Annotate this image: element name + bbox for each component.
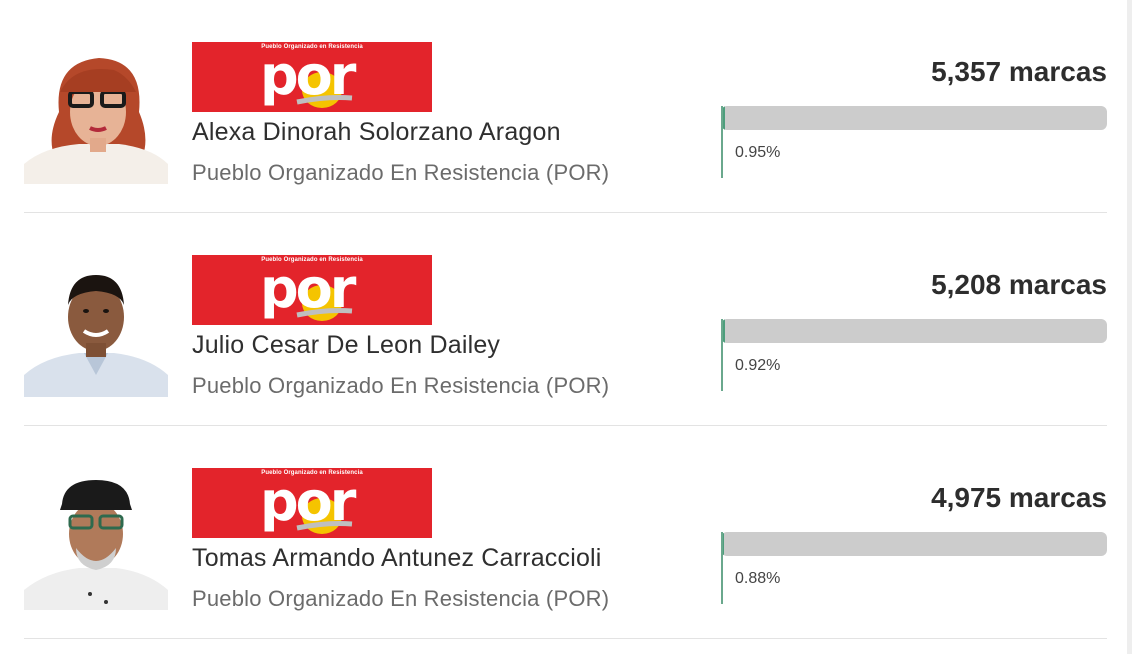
logo-wordmark: por (260, 257, 356, 320)
logo-wordmark: por (260, 44, 356, 107)
candidate-name: Tomas Armando Antunez Carraccioli (192, 544, 602, 572)
vote-progress-bar (721, 532, 1107, 556)
party-name: Pueblo Organizado En Resistencia (POR) (192, 586, 610, 611)
candidate-row[interactable]: Pueblo Organizado en Resistencia por Ale… (24, 0, 1107, 213)
candidate-name: Alexa Dinorah Solorzano Aragon (192, 118, 561, 146)
candidate-photo (24, 265, 168, 397)
candidate-results-list: Pueblo Organizado en Resistencia por Ale… (0, 0, 1132, 654)
progress-marker (721, 319, 723, 391)
scrollbar-track[interactable] (1127, 0, 1132, 654)
row-divider (24, 638, 1107, 639)
vote-percent: 0.92% (735, 357, 781, 374)
vote-count: 5,357 marcas (931, 56, 1107, 87)
vote-count: 5,208 marcas (931, 269, 1107, 300)
candidate-row[interactable]: Pueblo Organizado en Resistencia por Jul… (24, 213, 1107, 426)
party-logo: Pueblo Organizado en Resistencia por (192, 42, 432, 112)
party-logo: Pueblo Organizado en Resistencia por (192, 255, 432, 325)
vote-percent: 0.95% (735, 144, 781, 161)
vote-progress-bar (721, 106, 1107, 130)
candidate-photo (24, 52, 168, 184)
progress-marker (721, 532, 723, 604)
candidate-name: Julio Cesar De Leon Dailey (192, 331, 501, 359)
party-name: Pueblo Organizado En Resistencia (POR) (192, 160, 610, 185)
vote-percent: 0.88% (735, 570, 781, 587)
logo-wordmark: por (260, 470, 356, 533)
party-logo: Pueblo Organizado en Resistencia por (192, 468, 432, 538)
progress-marker (721, 106, 723, 178)
candidate-row[interactable]: Pueblo Organizado en Resistencia por Tom… (24, 426, 1107, 639)
candidate-photo (24, 478, 168, 610)
vote-count: 4,975 marcas (931, 482, 1107, 513)
party-name: Pueblo Organizado En Resistencia (POR) (192, 373, 610, 398)
vote-progress-bar (721, 319, 1107, 343)
